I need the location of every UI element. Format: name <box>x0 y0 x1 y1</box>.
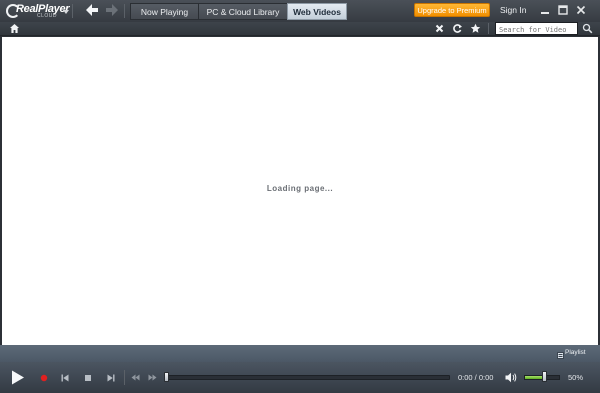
rewind-icon <box>131 374 140 381</box>
arrow-left-icon <box>86 4 98 16</box>
minimize-icon <box>541 12 549 14</box>
fast-forward-icon <box>148 374 157 381</box>
main-tabs: Now Playing PC & Cloud Library Web Video… <box>130 3 347 20</box>
video-search-input[interactable] <box>495 22 578 35</box>
playlist-toggle-icon <box>557 352 564 359</box>
maximize-button[interactable] <box>556 3 570 17</box>
back-button[interactable] <box>84 3 100 17</box>
stop-button[interactable] <box>84 374 92 382</box>
logo-subtitle: CLOUD <box>37 13 58 19</box>
divider <box>124 370 125 385</box>
previous-icon <box>61 374 69 382</box>
volume-level-fill <box>525 376 542 379</box>
home-icon <box>10 24 19 33</box>
search-button[interactable] <box>582 23 593 34</box>
playlist-icon[interactable] <box>557 350 564 359</box>
tab-pc-cloud-library[interactable]: PC & Cloud Library <box>198 3 288 20</box>
loading-status: Loading page... <box>266 184 334 193</box>
record-icon <box>40 374 48 382</box>
tab-now-playing[interactable]: Now Playing <box>130 3 199 20</box>
search-icon <box>582 23 593 34</box>
volume-percent: 50% <box>568 373 584 382</box>
playlist-button[interactable]: Playlist <box>565 349 586 356</box>
divider <box>488 23 489 34</box>
home-button[interactable] <box>9 23 20 34</box>
close-icon <box>576 5 586 15</box>
web-video-page: Loading page... <box>2 37 598 345</box>
time-display: 0:00 / 0:00 <box>458 373 494 382</box>
stop-icon <box>85 375 91 381</box>
previous-button[interactable] <box>61 374 69 382</box>
upgrade-premium-button[interactable]: Upgrade to Premium <box>414 3 490 17</box>
seek-thumb[interactable] <box>164 372 169 382</box>
play-button[interactable] <box>11 370 25 385</box>
forward-button[interactable] <box>104 3 120 17</box>
stop-loading-icon <box>435 24 444 33</box>
stop-loading-button[interactable] <box>434 23 445 34</box>
refresh-button[interactable] <box>452 23 463 34</box>
fast-forward-button[interactable] <box>148 374 157 381</box>
sign-in-link[interactable]: Sign In <box>500 5 526 15</box>
favorite-star-icon <box>470 23 481 33</box>
next-icon <box>107 374 115 382</box>
close-button[interactable] <box>574 3 588 17</box>
maximize-icon <box>558 5 568 15</box>
divider <box>72 4 73 18</box>
refresh-icon <box>453 24 462 33</box>
playlist-strip: Playlist <box>0 345 600 362</box>
app-menu-chevron-icon[interactable] <box>63 10 69 14</box>
divider <box>124 4 125 18</box>
rewind-button[interactable] <box>131 374 140 381</box>
favorite-button[interactable] <box>470 23 481 34</box>
app-logo[interactable]: RealPlayer CLOUD <box>6 3 70 19</box>
volume-thumb[interactable] <box>542 371 547 382</box>
minimize-button[interactable] <box>538 3 552 17</box>
volume-icon <box>505 372 517 383</box>
browser-toolbar <box>0 22 600 36</box>
play-icon <box>12 370 24 385</box>
title-bar: RealPlayer CLOUD Now Playing PC & Cloud … <box>0 0 600 22</box>
mute-button[interactable] <box>505 372 517 383</box>
next-button[interactable] <box>107 374 115 382</box>
arrow-right-icon <box>106 4 118 16</box>
seek-bar[interactable] <box>165 375 450 380</box>
record-button[interactable] <box>40 374 48 382</box>
tab-web-videos[interactable]: Web Videos <box>287 3 347 20</box>
transport-bar: 0:00 / 0:00 50% <box>0 362 600 393</box>
